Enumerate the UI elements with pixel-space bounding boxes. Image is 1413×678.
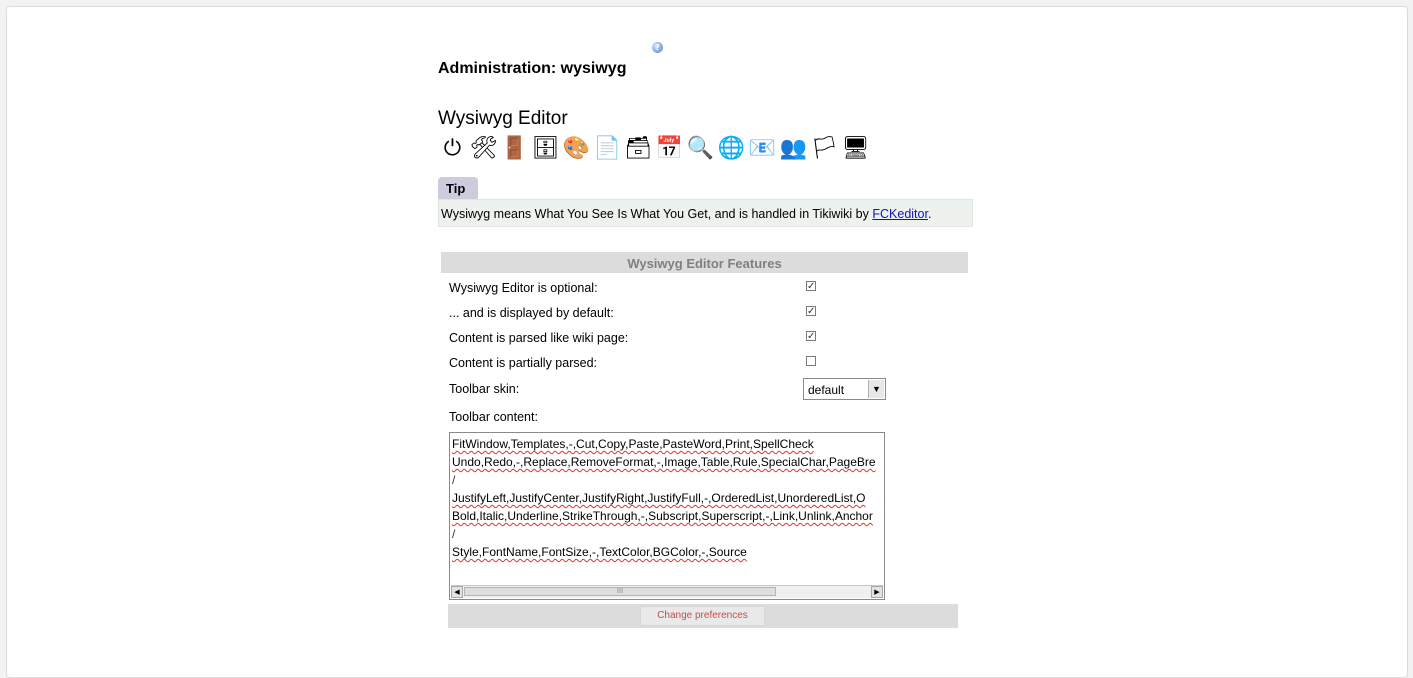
toolbar-skin-select[interactable]: default ▼ (803, 378, 886, 400)
i18n-flag-icon[interactable]: 🏳 (810, 134, 839, 163)
toolbar-content-line: / (452, 527, 456, 541)
fckeditor-link[interactable]: FCKeditor (872, 207, 928, 221)
tip-text: Wysiwyg means What You See Is What You G… (441, 207, 873, 221)
change-preferences-button[interactable]: Change preferences (640, 606, 765, 626)
text-area-icon[interactable]: 📄 (593, 134, 622, 163)
scrollbar-thumb[interactable]: III (464, 587, 776, 596)
page-title: Administration: wysiwyg (438, 60, 627, 77)
toolbar-content-line: / (452, 473, 456, 487)
toolbar-content-line: Style,FontName,FontSize,-,TextColor,BGCo… (452, 545, 747, 559)
tip-box: Wysiwyg means What You See Is What You G… (438, 199, 973, 227)
search-magnifier-icon[interactable]: 🔍 (686, 134, 715, 163)
checkbox-optional[interactable]: ✓ (806, 281, 816, 292)
help-icon[interactable]: ? (652, 42, 663, 53)
checkbox-parsed[interactable]: ✓ (806, 331, 816, 342)
look-palette-icon[interactable]: 🎨 (562, 134, 591, 163)
modules-icon[interactable]: 🗃 (624, 134, 653, 163)
scroll-right-icon[interactable]: ▶ (871, 586, 883, 598)
features-heading: Wysiwyg Editor Features (441, 252, 968, 273)
checkbox-default[interactable]: ✓ (806, 306, 816, 317)
admin-icon-bar: ⏻ 🛠 🚪 🗄 🎨 📄 🗃 📅 🔍 🌐 📧 👥 🏳 🖥 (438, 131, 870, 165)
power-icon[interactable]: ⏻ (438, 134, 467, 163)
community-globe-icon[interactable]: 🌐 (717, 134, 746, 163)
tools-icon[interactable]: 🛠 (469, 134, 498, 163)
chevron-down-icon[interactable]: ▼ (868, 380, 884, 398)
toolbar-content-line: Undo,Redo,-,Replace,RemoveFormat,-,Image… (452, 455, 876, 469)
option-label-parsed: Content is parsed like wiki page: (449, 331, 629, 345)
login-door-icon[interactable]: 🚪 (500, 134, 529, 163)
tip-suffix: . (927, 207, 932, 221)
tip-tab: Tip (438, 177, 478, 199)
horizontal-scrollbar[interactable]: ◀ III ▶ (451, 585, 883, 598)
toolbar-content-line: JustifyLeft,JustifyCenter,JustifyRight,J… (452, 491, 866, 505)
toolbar-skin-label: Toolbar skin: (449, 382, 520, 396)
features-icon[interactable]: 🗄 (531, 134, 560, 163)
option-label-optional: Wysiwyg Editor is optional: (449, 281, 598, 295)
option-label-default: ... and is displayed by default: (449, 306, 614, 320)
toolbar-content-lines: FitWindow,Templates,-,Cut,Copy,Paste,Pas… (450, 433, 884, 561)
webmail-icon[interactable]: 📧 (748, 134, 777, 163)
wysiwyg-icon[interactable]: 🖥 (841, 134, 870, 163)
toolbar-content-line: FitWindow,Templates,-,Cut,Copy,Paste,Pas… (452, 437, 814, 451)
calendar-icon[interactable]: 📅 (655, 134, 684, 163)
option-label-partially-parsed: Content is partially parsed: (449, 356, 597, 370)
checkbox-partially-parsed[interactable] (806, 356, 816, 366)
toolbar-skin-value: default (808, 383, 845, 397)
scroll-left-icon[interactable]: ◀ (451, 586, 463, 598)
users-icon[interactable]: 👥 (779, 134, 808, 163)
toolbar-content-line: Bold,Italic,Underline,StrikeThrough,-,Su… (452, 509, 873, 523)
toolbar-content-textarea[interactable]: FitWindow,Templates,-,Cut,Copy,Paste,Pas… (449, 432, 885, 600)
submit-bar: Change preferences (448, 604, 958, 628)
section-title: Wysiwyg Editor (438, 108, 568, 129)
toolbar-content-label: Toolbar content: (449, 410, 538, 424)
